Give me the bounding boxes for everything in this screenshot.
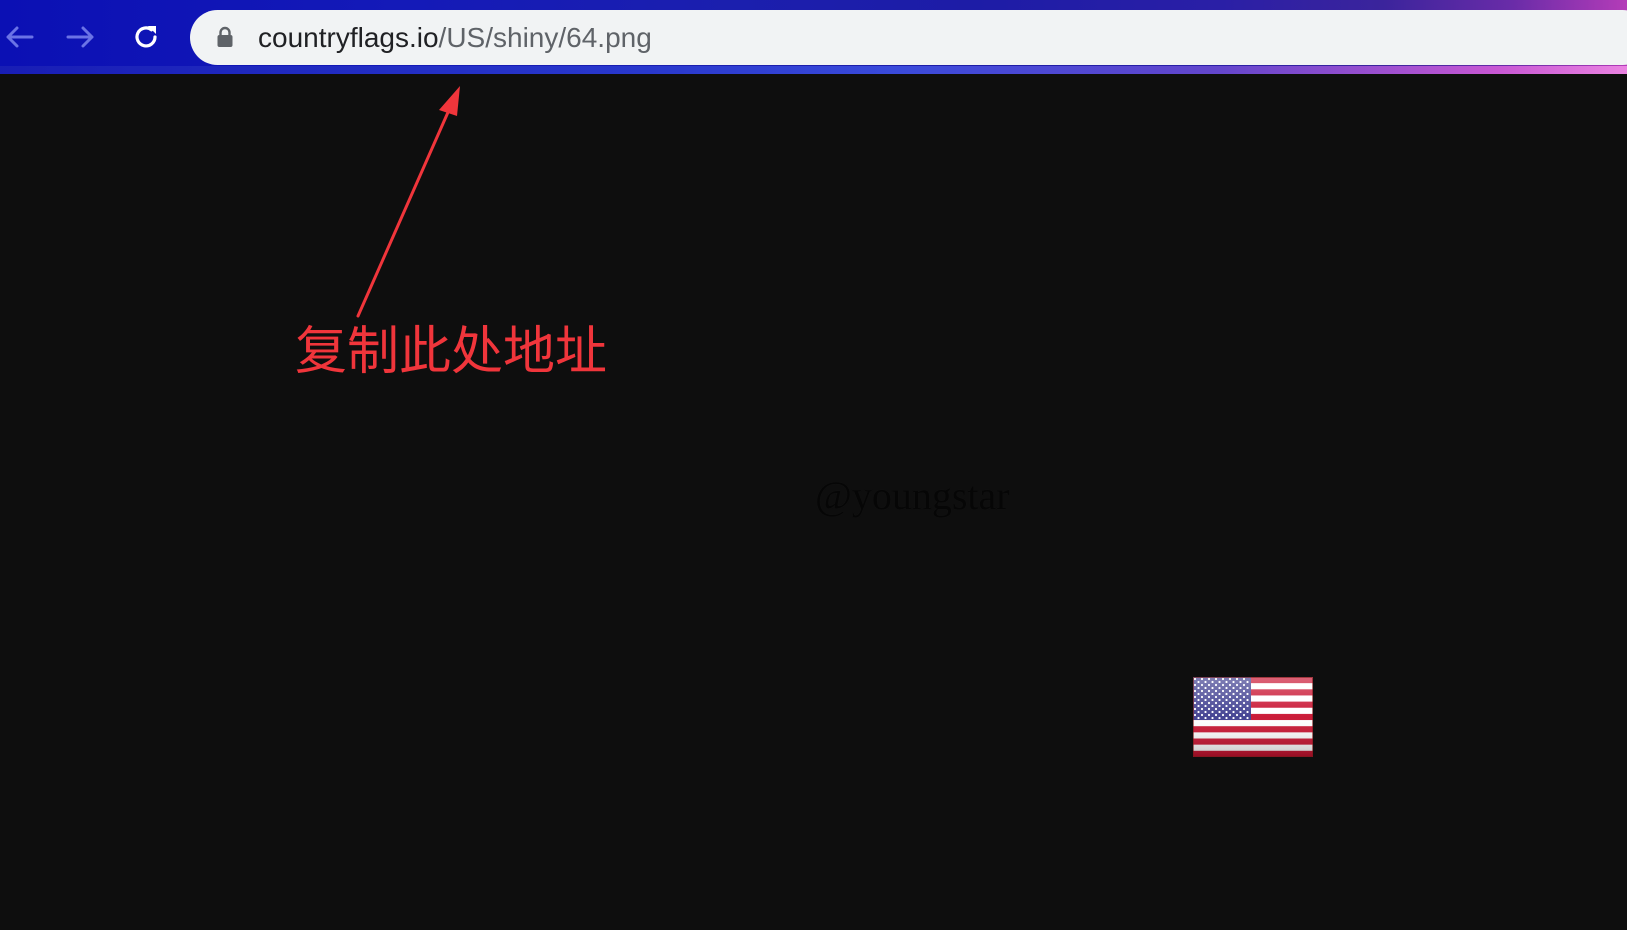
url-host: countryflags.io: [258, 22, 439, 53]
browser-toolbar: countryflags.io/US/shiny/64.png: [0, 0, 1627, 74]
forward-button[interactable]: [62, 18, 100, 56]
address-bar[interactable]: countryflags.io/US/shiny/64.png: [190, 10, 1627, 65]
watermark: @youngstar: [815, 473, 1010, 518]
lock-icon[interactable]: [216, 26, 234, 48]
url-text[interactable]: countryflags.io/US/shiny/64.png: [258, 22, 652, 54]
us-flag-icon: [1193, 677, 1313, 757]
url-path: /US/shiny/64.png: [438, 22, 652, 53]
annotation-label: 复制此处地址: [295, 322, 608, 382]
back-button[interactable]: [0, 18, 38, 56]
arrow-right-icon: [66, 26, 94, 48]
reload-button[interactable]: [127, 18, 165, 56]
reload-icon: [135, 26, 157, 48]
arrow-left-icon: [6, 26, 34, 48]
page-content: [0, 74, 1627, 930]
